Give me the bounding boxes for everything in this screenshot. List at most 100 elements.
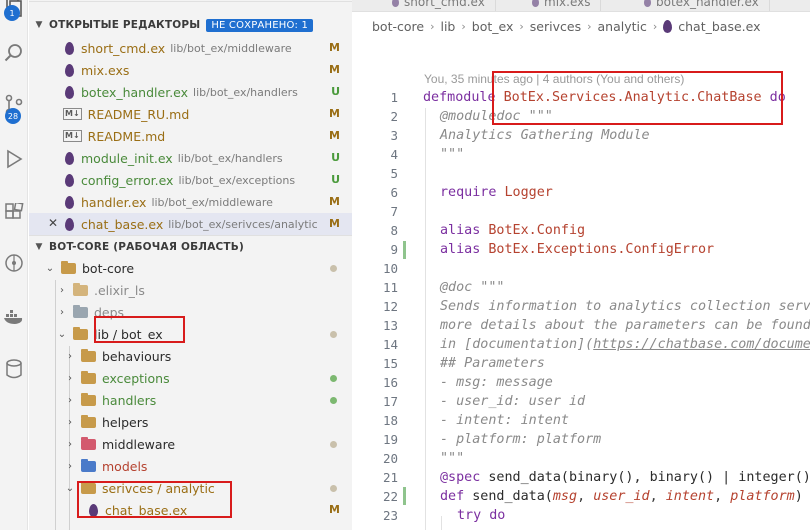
- line-number: 14: [382, 337, 398, 352]
- tree-item-behaviours[interactable]: › behaviours: [29, 345, 352, 367]
- git-status-badge: M: [329, 217, 340, 230]
- code-line: ## Parameters: [440, 356, 545, 371]
- line-number: 8: [390, 223, 398, 238]
- breadcrumb-item[interactable]: bot-core: [372, 19, 424, 34]
- editor-tabs: short_cmd.ex mix.exs botex_handler.ex: [352, 0, 810, 12]
- open-editor-path: lib/bot_ex/serivces/analytic: [168, 217, 318, 231]
- code-line: require Logger: [440, 185, 553, 200]
- open-editor-item-active[interactable]: ✕ chat_base.ex lib/bot_ex/serivces/analy…: [29, 213, 352, 235]
- run-debug-icon[interactable]: [0, 142, 28, 176]
- tree-item-helpers[interactable]: › helpers: [29, 411, 352, 433]
- open-editor-name: botex_handler.ex: [81, 84, 189, 100]
- open-editor-item[interactable]: mix.exs M: [29, 59, 352, 81]
- line-number: 12: [382, 299, 398, 314]
- explorer-sidebar: ▼ ОТКРЫТЫЕ РЕДАКТОРЫ НЕ СОХРАНЕНО: 1 sho…: [29, 0, 352, 530]
- tree-item-partial[interactable]: ›: [29, 521, 352, 530]
- markdown-icon: M↓: [63, 108, 82, 120]
- tab-botex-handler[interactable]: botex_handler.ex: [634, 0, 770, 11]
- open-editor-name: handler.ex: [81, 194, 147, 210]
- files-badge: 1: [4, 5, 20, 21]
- elixir-drop-icon: [65, 195, 74, 209]
- open-editor-path: lib/bot_ex/handlers: [177, 151, 283, 165]
- open-editor-item[interactable]: M↓ README.md M: [29, 125, 352, 147]
- line-number: 2: [390, 109, 398, 124]
- code-line: @doc """: [440, 280, 505, 295]
- breadcrumb-item[interactable]: lib: [440, 19, 455, 34]
- folder-icon: [81, 370, 96, 384]
- open-editor-item[interactable]: botex_handler.ex lib/bot_ex/handlers U: [29, 81, 352, 103]
- tree-item-chat-base[interactable]: chat_base.ex M: [29, 499, 352, 521]
- extensions-icon[interactable]: [0, 196, 28, 230]
- tree-item-models[interactable]: › models: [29, 455, 352, 477]
- open-editors-header[interactable]: ▼ ОТКРЫТЫЕ РЕДАКТОРЫ НЕ СОХРАНЕНО: 1: [29, 14, 352, 36]
- breadcrumb-item[interactable]: analytic: [598, 19, 647, 34]
- tree-item-label: helpers: [102, 414, 149, 430]
- search-icon[interactable]: [0, 36, 28, 70]
- tree-item-lib-bot-ex[interactable]: ⌄ lib / bot_ex: [29, 323, 352, 345]
- open-editor-path: lib/bot_ex/handlers: [193, 85, 298, 99]
- breadcrumb-item[interactable]: serivces: [530, 19, 581, 34]
- tree-item-deps[interactable]: › deps: [29, 301, 352, 323]
- code-line: Sends information to analytics collectio…: [440, 299, 810, 314]
- line-number: 9: [390, 242, 398, 257]
- chevron-down-icon: ▼: [35, 20, 43, 30]
- tree-item-label: serivces / analytic: [102, 480, 215, 496]
- git-status-badge: M: [329, 107, 340, 120]
- chevron-right-icon: ›: [68, 416, 72, 428]
- chevron-right-icon: ›: [430, 19, 435, 33]
- git-status-badge: U: [331, 151, 340, 164]
- chevron-right-icon: ›: [63, 527, 77, 530]
- workspace-header[interactable]: ▼ BOT-CORE (РАБОЧАЯ ОБЛАСТЬ): [29, 235, 352, 257]
- tab-short-cmd[interactable]: short_cmd.ex: [382, 0, 496, 11]
- chevron-right-icon: ›: [68, 350, 72, 362]
- open-editor-name: README.md: [87, 128, 166, 144]
- elixir-drop-icon: [663, 19, 673, 33]
- line-number: 16: [382, 375, 398, 390]
- tree-item-elixir-ls[interactable]: › .elixir_ls: [29, 279, 352, 301]
- code-editor[interactable]: You, 35 minutes ago | 4 authors (You and…: [352, 38, 810, 530]
- line-number: 20: [382, 451, 398, 466]
- docker-icon[interactable]: [0, 300, 28, 334]
- tree-item-serivces-analytic[interactable]: ⌄ serivces / analytic: [29, 477, 352, 499]
- tree-item-middleware[interactable]: › middleware: [29, 433, 352, 455]
- breadcrumb: bot-core › lib › bot_ex › serivces › ana…: [352, 14, 810, 38]
- open-editor-path: lib/bot_ex/middleware: [170, 41, 292, 55]
- chevron-right-icon: ›: [461, 19, 466, 33]
- open-editor-item[interactable]: config_error.ex lib/bot_ex/exceptions U: [29, 169, 352, 191]
- activity-bar: 1 28: [0, 0, 28, 530]
- breadcrumb-item[interactable]: bot_ex: [472, 19, 514, 34]
- git-graph-icon[interactable]: [0, 246, 28, 280]
- chevron-right-icon: ›: [652, 19, 658, 33]
- elixir-drop-icon: [65, 85, 74, 99]
- close-icon[interactable]: ✕: [48, 216, 58, 230]
- elixir-drop-icon: [392, 0, 399, 7]
- gutter-change-marker: [403, 241, 406, 259]
- database-icon[interactable]: [0, 352, 28, 386]
- modified-dot: [330, 265, 337, 272]
- breadcrumb-item[interactable]: chat_base.ex: [678, 19, 760, 34]
- git-status-badge: M: [329, 503, 340, 516]
- open-editor-item[interactable]: module_init.ex lib/bot_ex/handlers U: [29, 147, 352, 169]
- tab-mix-exs[interactable]: mix.exs: [522, 0, 602, 11]
- tree-item-label: bot-core: [82, 260, 135, 276]
- elixir-drop-icon: [644, 0, 651, 7]
- tree-item-exceptions[interactable]: › exceptions: [29, 367, 352, 389]
- tree-item-label: lib / bot_ex: [94, 326, 163, 342]
- open-editor-item[interactable]: M↓ README_RU.md M: [29, 103, 352, 125]
- chevron-right-icon: ›: [68, 372, 72, 384]
- open-editor-item[interactable]: short_cmd.ex lib/bot_ex/middleware M: [29, 37, 352, 59]
- tree-item-handlers[interactable]: › handlers: [29, 389, 352, 411]
- git-blame-codelens[interactable]: You, 35 minutes ago | 4 authors (You and…: [424, 72, 684, 86]
- open-editor-item[interactable]: handler.ex lib/bot_ex/middleware M: [29, 191, 352, 213]
- line-number: 11: [382, 280, 398, 295]
- tree-root-bot-core[interactable]: ⌄ bot-core: [29, 257, 352, 279]
- elixir-drop-icon: [65, 217, 74, 231]
- line-number: 23: [382, 508, 398, 523]
- code-line: alias BotEx.Exceptions.ConfigError: [440, 242, 715, 257]
- folder-icon: [81, 480, 96, 494]
- chevron-down-icon: ⌄: [65, 482, 75, 494]
- git-status-badge: M: [329, 41, 340, 54]
- git-status-badge: U: [331, 85, 340, 98]
- open-editor-name: short_cmd.ex: [81, 40, 166, 56]
- folder-icon: [81, 392, 96, 406]
